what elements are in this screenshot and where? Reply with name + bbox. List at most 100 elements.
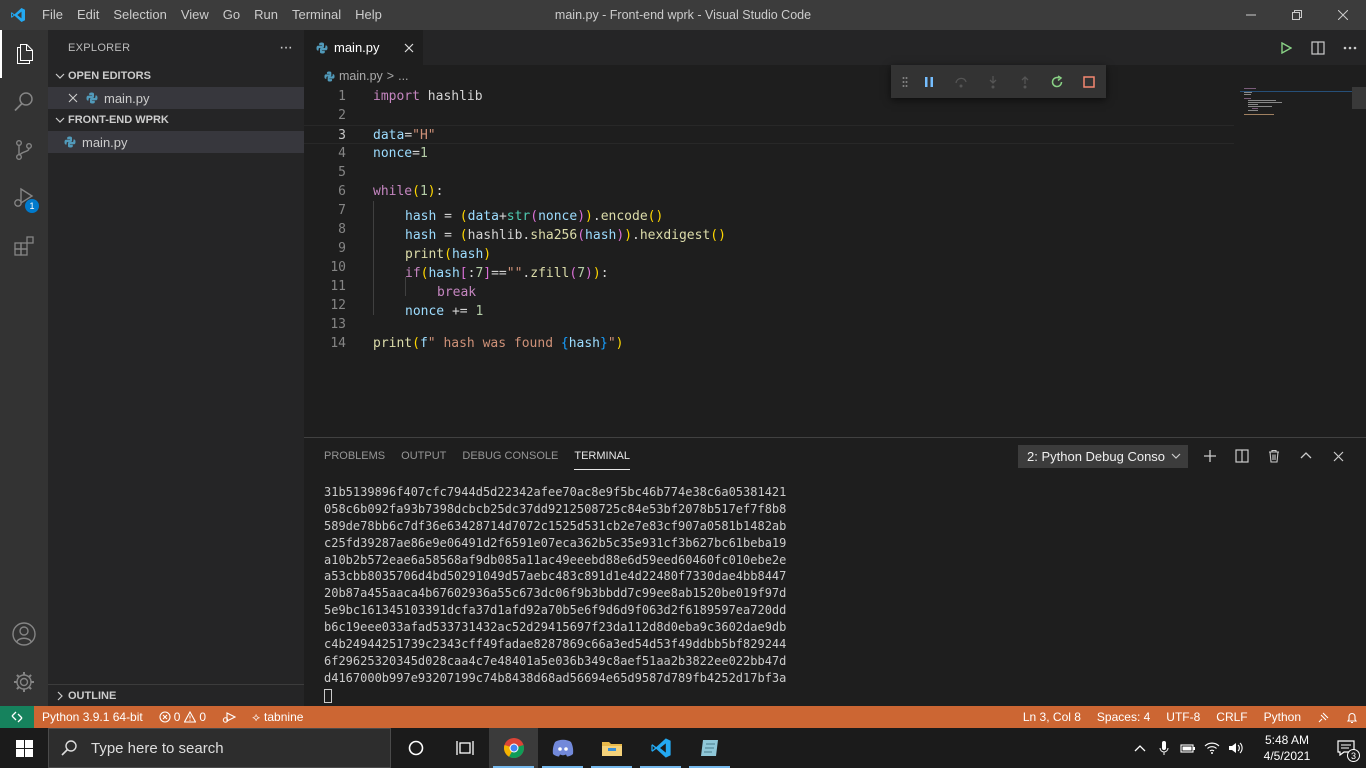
menu-selection[interactable]: Selection [106, 0, 173, 30]
python-file-icon [86, 92, 104, 104]
terminal-line: a53cbb8035706d4bd50291049d57aebc483c891d… [324, 569, 787, 584]
tabnine-status[interactable]: ⟡ tabnine [244, 706, 311, 728]
debug-icon [222, 712, 237, 723]
terminal-select[interactable]: 2: Python Debug Conso [1018, 445, 1188, 468]
accounts-activity[interactable] [0, 610, 48, 658]
pause-button[interactable] [913, 65, 945, 98]
tab-output[interactable]: OUTPUT [393, 438, 454, 474]
close-icon[interactable] [395, 43, 423, 53]
chrome-taskbar-app[interactable] [489, 728, 538, 768]
code-text: nonce=1 [373, 146, 428, 161]
step-into-icon [989, 75, 997, 88]
search-activity[interactable] [0, 78, 48, 126]
scrollbar-thumb[interactable] [1352, 87, 1366, 109]
minimap[interactable] [1240, 87, 1352, 127]
code-text: hash = (data+str(nonce)).encode() [373, 201, 663, 224]
open-editor-item[interactable]: main.py [48, 87, 304, 109]
explorer-activity[interactable] [0, 30, 48, 78]
restart-button[interactable] [1041, 65, 1073, 98]
discord-taskbar-app[interactable] [538, 728, 587, 768]
python-interpreter[interactable]: Python 3.9.1 64-bit [34, 706, 151, 728]
more-actions-button[interactable] [1334, 30, 1366, 65]
microphone-icon[interactable] [1152, 728, 1176, 768]
step-into-button[interactable] [977, 65, 1009, 98]
run-file-button[interactable] [1270, 30, 1302, 65]
close-window-button[interactable] [1320, 0, 1366, 30]
line-number: 10 [330, 260, 346, 275]
menu-terminal[interactable]: Terminal [285, 0, 348, 30]
start-button[interactable] [0, 728, 48, 768]
taskbar-search-box[interactable]: Type here to search [48, 728, 391, 768]
file-item[interactable]: main.py [48, 131, 304, 153]
code-text: print(f" hash was found {hash}") [373, 336, 624, 351]
step-over-button[interactable] [945, 65, 977, 98]
tab-main-py[interactable]: main.py [304, 30, 423, 65]
line-endings[interactable]: CRLF [1208, 706, 1255, 728]
show-hidden-icons-button[interactable] [1128, 728, 1152, 768]
tab-debug-console[interactable]: DEBUG CONSOLE [454, 438, 566, 474]
manage-activity[interactable] [0, 658, 48, 706]
breadcrumb-file[interactable]: main.py [339, 69, 383, 83]
debug-launch-button[interactable] [214, 706, 244, 728]
kill-terminal-button[interactable] [1258, 438, 1290, 474]
feedback-button[interactable] [1309, 706, 1338, 728]
task-view-button[interactable] [440, 728, 489, 768]
vertical-scrollbar[interactable] [1352, 87, 1366, 437]
explorer-more-actions[interactable]: ··· [279, 39, 293, 57]
maximize-panel-button[interactable] [1290, 438, 1322, 474]
menu-go[interactable]: Go [216, 0, 247, 30]
code-editor[interactable]: 1 import hashlib 2 3 data="H" 4 nonce=1 5 6… [304, 87, 1234, 437]
run-debug-activity[interactable]: 1 [0, 174, 48, 222]
close-icon[interactable] [68, 93, 82, 103]
menu-help[interactable]: Help [348, 0, 389, 30]
file-explorer-taskbar-app[interactable] [587, 728, 636, 768]
close-panel-button[interactable] [1322, 438, 1354, 474]
pause-icon [925, 76, 933, 87]
drag-handle-icon[interactable] [897, 65, 913, 98]
code-text: if(hash[:7]=="".zfill(7)): [373, 258, 609, 281]
notifications-button[interactable] [1338, 706, 1366, 728]
indentation[interactable]: Spaces: 4 [1089, 706, 1158, 728]
step-out-button[interactable] [1009, 65, 1041, 98]
clock[interactable]: 5:48 AM 4/5/2021 [1248, 732, 1326, 764]
battery-icon[interactable] [1176, 728, 1200, 768]
search-icon [14, 92, 33, 112]
code-text: while(1): [373, 184, 444, 199]
language-mode[interactable]: Python [1256, 706, 1309, 728]
breadcrumb-symbols[interactable]: ... [398, 69, 408, 83]
remote-button[interactable] [0, 706, 34, 728]
split-terminal-button[interactable] [1226, 438, 1258, 474]
source-control-activity[interactable] [0, 126, 48, 174]
volume-icon[interactable] [1224, 728, 1248, 768]
problems-status[interactable]: 0 0 [151, 706, 214, 728]
cursor-position[interactable]: Ln 3, Col 8 [1015, 706, 1089, 728]
notepad-icon [700, 740, 718, 756]
folder-section[interactable]: FRONT-END WPRK [48, 109, 304, 131]
wifi-icon[interactable] [1200, 728, 1224, 768]
vscode-taskbar-app[interactable] [636, 728, 685, 768]
encoding[interactable]: UTF-8 [1158, 706, 1208, 728]
notepad-taskbar-app[interactable] [685, 728, 734, 768]
split-editor-button[interactable] [1302, 30, 1334, 65]
menu-run[interactable]: Run [247, 0, 285, 30]
extensions-activity[interactable] [0, 222, 48, 270]
warning-icon [184, 711, 197, 723]
cortana-button[interactable] [391, 728, 440, 768]
terminal-output[interactable]: 31b5139896f407cfc7944d5d22342afee70ac8e9… [324, 484, 786, 703]
tab-terminal[interactable]: TERMINAL [566, 438, 638, 474]
new-terminal-button[interactable] [1194, 438, 1226, 474]
play-icon [1281, 41, 1292, 54]
menu-file[interactable]: File [35, 0, 70, 30]
tab-problems[interactable]: PROBLEMS [316, 438, 393, 474]
open-editors-section[interactable]: OPEN EDITORS [48, 65, 304, 87]
chevron-right-icon [52, 691, 68, 701]
menu-view[interactable]: View [174, 0, 216, 30]
menu-edit[interactable]: Edit [70, 0, 106, 30]
folder-label: FRONT-END WPRK [68, 114, 169, 126]
minimize-button[interactable] [1228, 0, 1274, 30]
action-center-button[interactable]: 3 [1326, 728, 1366, 768]
outline-section[interactable]: OUTLINE [48, 684, 304, 706]
stop-button[interactable] [1073, 65, 1105, 98]
python-file-icon [316, 42, 328, 54]
restore-button[interactable] [1274, 0, 1320, 30]
